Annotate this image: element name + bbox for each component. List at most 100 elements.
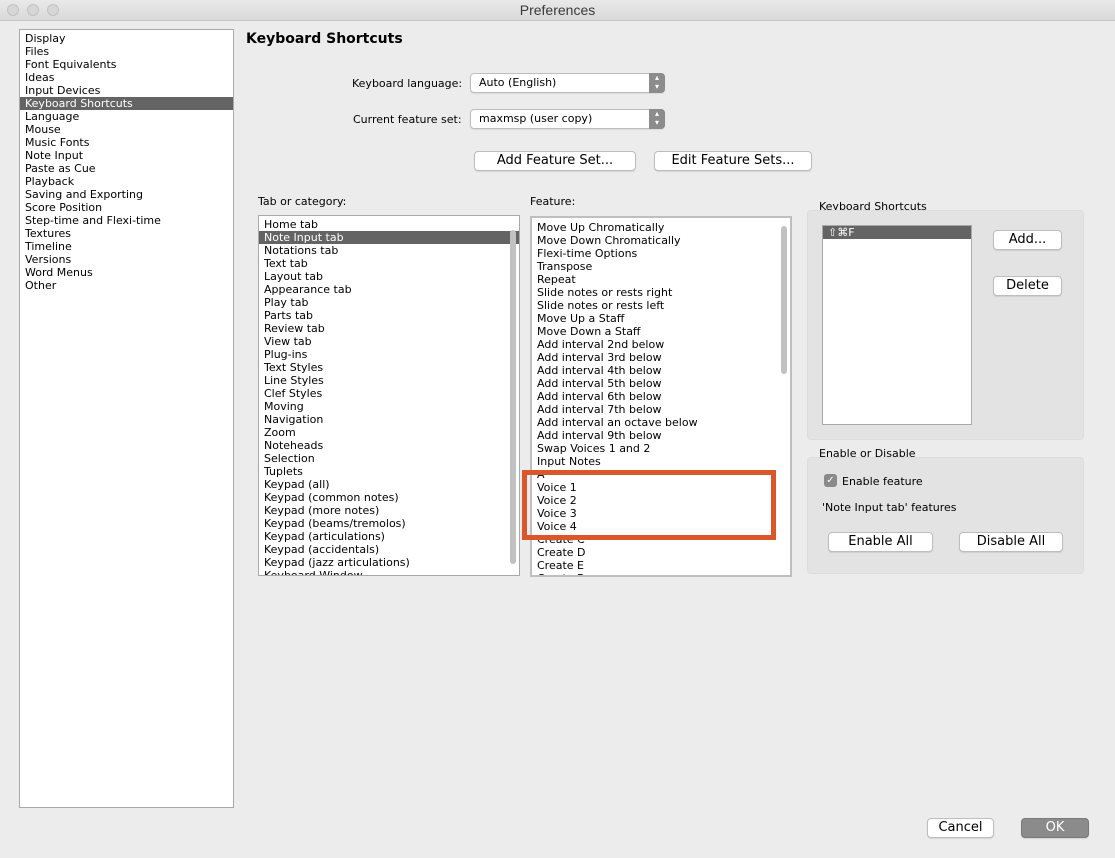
- category-item[interactable]: Moving: [259, 400, 519, 413]
- category-item[interactable]: Line Styles: [259, 374, 519, 387]
- keyboard-language-select[interactable]: Auto (English) ▴ ▾: [470, 73, 665, 93]
- sidebar-item[interactable]: Input Devices: [20, 84, 233, 97]
- feature-item[interactable]: Input Notes: [532, 455, 790, 468]
- feature-item[interactable]: Move Down Chromatically: [532, 234, 790, 247]
- category-item[interactable]: Clef Styles: [259, 387, 519, 400]
- sidebar-item[interactable]: Music Fonts: [20, 136, 233, 149]
- category-item[interactable]: Keypad (accidentals): [259, 543, 519, 556]
- enable-feature-label: Enable feature: [842, 475, 923, 488]
- sidebar-item[interactable]: Step-time and Flexi-time: [20, 214, 233, 227]
- category-list-label: Tab or category:: [258, 195, 347, 208]
- category-item[interactable]: Text tab: [259, 257, 519, 270]
- category-item[interactable]: Keypad (all): [259, 478, 519, 491]
- category-item[interactable]: Keypad (more notes): [259, 504, 519, 517]
- enable-feature-checkbox[interactable]: ✓: [824, 474, 837, 487]
- category-item[interactable]: Keypad (articulations): [259, 530, 519, 543]
- feature-item[interactable]: Flexi-time Options: [532, 247, 790, 260]
- category-item[interactable]: Keypad (common notes): [259, 491, 519, 504]
- feature-set-select[interactable]: maxmsp (user copy) ▴ ▾: [470, 109, 665, 129]
- ok-button[interactable]: OK: [1021, 818, 1089, 838]
- feature-item[interactable]: Create D: [532, 546, 790, 559]
- sidebar-item[interactable]: Saving and Exporting: [20, 188, 233, 201]
- add-shortcut-button[interactable]: Add...: [993, 230, 1062, 250]
- feature-item[interactable]: Move Up a Staff: [532, 312, 790, 325]
- category-item[interactable]: Keyboard Window: [259, 569, 519, 575]
- voice-features-highlight: [522, 470, 776, 540]
- add-feature-set-button[interactable]: Add Feature Set...: [474, 151, 636, 171]
- sidebar-item[interactable]: Display: [20, 32, 233, 45]
- feature-item[interactable]: Add interval 2nd below: [532, 338, 790, 351]
- category-item[interactable]: Play tab: [259, 296, 519, 309]
- feature-item[interactable]: Move Down a Staff: [532, 325, 790, 338]
- category-item[interactable]: Keypad (beams/tremolos): [259, 517, 519, 530]
- feature-item[interactable]: Add interval 7th below: [532, 403, 790, 416]
- category-item[interactable]: Appearance tab: [259, 283, 519, 296]
- edit-feature-sets-button[interactable]: Edit Feature Sets...: [654, 151, 812, 171]
- feature-item[interactable]: Create E: [532, 559, 790, 572]
- category-item[interactable]: Parts tab: [259, 309, 519, 322]
- disable-all-button[interactable]: Disable All: [959, 532, 1063, 552]
- keyboard-language-value: Auto (English): [479, 76, 557, 89]
- sidebar-item[interactable]: Keyboard Shortcuts: [20, 97, 233, 110]
- feature-item[interactable]: Add interval 6th below: [532, 390, 790, 403]
- sidebar-item[interactable]: Score Position: [20, 201, 233, 214]
- feature-item[interactable]: Add interval 9th below: [532, 429, 790, 442]
- sidebar-item[interactable]: Font Equivalents: [20, 58, 233, 71]
- category-item[interactable]: Selection: [259, 452, 519, 465]
- sidebar-item[interactable]: Playback: [20, 175, 233, 188]
- feature-item[interactable]: Slide notes or rests right: [532, 286, 790, 299]
- page-title: Keyboard Shortcuts: [246, 31, 403, 47]
- feature-item[interactable]: Add interval an octave below: [532, 416, 790, 429]
- enable-all-button[interactable]: Enable All: [828, 532, 933, 552]
- sidebar-item[interactable]: Language: [20, 110, 233, 123]
- preferences-sidebar: Display Files Font Equivalents Ideas Input D…: [19, 29, 234, 808]
- category-item[interactable]: Review tab: [259, 322, 519, 335]
- category-scrollbar[interactable]: [510, 230, 516, 564]
- feature-item[interactable]: Move Up Chromatically: [532, 221, 790, 234]
- feature-item[interactable]: Create F: [532, 572, 790, 575]
- sidebar-item[interactable]: Files: [20, 45, 233, 58]
- feature-item[interactable]: Transpose: [532, 260, 790, 273]
- checkmark-icon: ✓: [826, 475, 835, 486]
- category-list: Home tab Note Input tab Notations tab Text …: [258, 215, 520, 576]
- shortcut-list: ⇧⌘F: [822, 225, 972, 425]
- category-item[interactable]: Home tab: [259, 218, 519, 231]
- sidebar-item[interactable]: Timeline: [20, 240, 233, 253]
- feature-item[interactable]: Slide notes or rests left: [532, 299, 790, 312]
- window-title: Preferences: [519, 2, 596, 18]
- category-item[interactable]: Note Input tab: [259, 231, 519, 244]
- feature-item[interactable]: Add interval 4th below: [532, 364, 790, 377]
- features-note: 'Note Input tab' features: [822, 501, 957, 514]
- delete-shortcut-button[interactable]: Delete: [993, 276, 1062, 296]
- category-item[interactable]: Plug-ins: [259, 348, 519, 361]
- feature-item[interactable]: Swap Voices 1 and 2: [532, 442, 790, 455]
- shortcut-item[interactable]: ⇧⌘F: [823, 226, 971, 239]
- category-item[interactable]: Text Styles: [259, 361, 519, 374]
- feature-scrollbar[interactable]: [781, 226, 787, 374]
- cancel-button[interactable]: Cancel: [927, 818, 994, 838]
- category-item[interactable]: Navigation: [259, 413, 519, 426]
- category-item[interactable]: Layout tab: [259, 270, 519, 283]
- feature-list-label: Feature:: [530, 195, 576, 208]
- keyboard-language-label: Keyboard language:: [352, 77, 463, 90]
- feature-set-label: Current feature set:: [353, 113, 462, 126]
- category-item[interactable]: Keypad (jazz articulations): [259, 556, 519, 569]
- category-item[interactable]: Notations tab: [259, 244, 519, 257]
- feature-item[interactable]: Add interval 5th below: [532, 377, 790, 390]
- feature-item[interactable]: Add interval 3rd below: [532, 351, 790, 364]
- sidebar-item[interactable]: Textures: [20, 227, 233, 240]
- category-item[interactable]: Zoom: [259, 426, 519, 439]
- category-item[interactable]: View tab: [259, 335, 519, 348]
- sidebar-item[interactable]: Word Menus: [20, 266, 233, 279]
- sidebar-item[interactable]: Mouse: [20, 123, 233, 136]
- sidebar-item[interactable]: Versions: [20, 253, 233, 266]
- updown-chevron-icon: ▴ ▾: [649, 109, 665, 129]
- sidebar-item[interactable]: Paste as Cue: [20, 162, 233, 175]
- sidebar-item[interactable]: Ideas: [20, 71, 233, 84]
- feature-set-value: maxmsp (user copy): [479, 112, 593, 125]
- category-item[interactable]: Noteheads: [259, 439, 519, 452]
- category-item[interactable]: Tuplets: [259, 465, 519, 478]
- sidebar-item[interactable]: Note Input: [20, 149, 233, 162]
- sidebar-item[interactable]: Other: [20, 279, 233, 292]
- feature-item[interactable]: Repeat: [532, 273, 790, 286]
